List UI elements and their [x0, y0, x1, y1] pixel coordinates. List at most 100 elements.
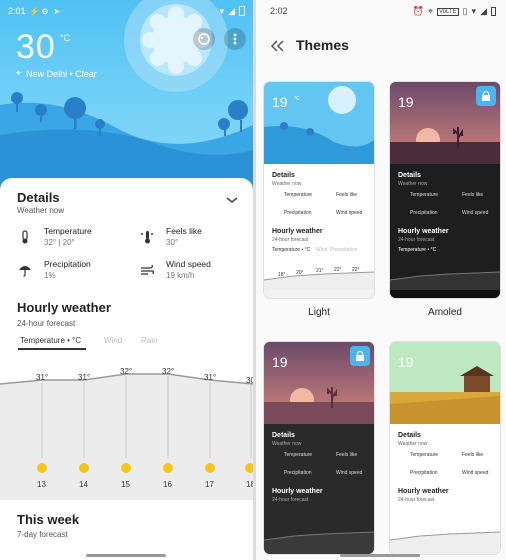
wind-icon — [141, 264, 154, 275]
theme-card-farm[interactable]: 19 Details Weather now Temperature Feels… — [390, 342, 500, 554]
mini-unit: °C — [294, 96, 300, 102]
mini-tab: Precipitation — [330, 247, 358, 253]
mini-hourly-sub: 24-hour forecast — [398, 237, 435, 243]
mini-tab: Temperature • °C — [272, 247, 311, 253]
mini-details-sub: Weather now — [398, 181, 428, 187]
more-vert-icon — [233, 33, 237, 45]
mini-temp: 19 — [272, 354, 288, 370]
mini-tick: 22° — [334, 267, 342, 273]
mini-label-wind-speed: Wind speed — [336, 470, 363, 476]
mini-label-precipitation: Precipitation — [284, 210, 312, 216]
hourly-temp-1: 31° — [78, 373, 91, 382]
detail-label-feels-like: Feels like — [166, 226, 202, 236]
hourly-temp-3: 32° — [162, 367, 175, 376]
mini-label-wind-speed: Wind speed — [336, 210, 363, 216]
mini-label-temperature: Temperature — [410, 452, 439, 458]
mini-label-wind-speed: Wind speed — [462, 210, 489, 216]
weather-home-screen: 2:01 ⚡ ⚙ ➤ ▾ ◢ 30 °C ⌖ New Delhi • Clear… — [0, 0, 253, 560]
sun-icon — [121, 463, 131, 473]
weather-hero: 2:01 ⚡ ⚙ ➤ ▾ ◢ 30 °C ⌖ New Delhi • Clear — [0, 0, 253, 195]
more-options-button[interactable] — [224, 28, 246, 50]
mini-label-precipitation: Precipitation — [410, 210, 438, 216]
mini-label-precipitation: Precipitation — [284, 470, 312, 476]
status-bar: 2:02 ⏰ ⌖ VoLTE ▯ ▾ ◢ — [270, 6, 496, 17]
tab-rain[interactable]: Rain — [141, 336, 157, 345]
mini-details-title: Details — [272, 432, 295, 439]
mini-hourly-title: Hourly weather — [272, 488, 323, 495]
signal-icon: ◢ — [228, 5, 235, 16]
detail-label-wind-speed: Wind speed — [166, 259, 211, 269]
notification-icon: ⚡ — [29, 7, 40, 16]
vibrate-icon: ▯ — [462, 6, 468, 16]
tab-indicator — [18, 348, 86, 350]
location-line[interactable]: ⌖ New Delhi • Clear — [16, 68, 97, 79]
palette-icon — [198, 33, 210, 45]
hour-label-5: 18 — [246, 480, 253, 489]
mini-tab: Wind — [316, 247, 328, 253]
mini-label-feels-like: Feels like — [462, 452, 484, 458]
hour-label-2: 15 — [121, 480, 130, 489]
mini-details-title: Details — [398, 432, 421, 439]
mini-label-feels-like: Feels like — [462, 192, 484, 198]
detail-value-wind-speed: 19 km/h — [166, 271, 195, 280]
mini-label-feels-like: Feels like — [336, 452, 358, 458]
hourly-temp-2: 32° — [120, 367, 133, 376]
sun-icon — [37, 463, 47, 473]
mini-hourly-title: Hourly weather — [398, 488, 449, 495]
lock-badge — [476, 86, 496, 106]
back-icon[interactable] — [270, 40, 284, 52]
wifi-status-icon: ▾ — [219, 5, 225, 16]
theme-label-light: Light — [308, 307, 330, 318]
lock-badge — [350, 346, 370, 366]
theme-label-amoled: Amoled — [428, 307, 462, 318]
week-subtitle: 7-day forecast — [17, 530, 68, 539]
mini-hourly-sub: 24-hour forecast — [272, 237, 309, 243]
mini-tick: 22° — [352, 267, 360, 273]
mini-details-sub: Weather now — [272, 181, 302, 187]
detail-label-temperature: Temperature — [44, 226, 92, 236]
wifi-status-icon: ▾ — [471, 6, 477, 16]
gesture-bar[interactable] — [86, 554, 166, 557]
themes-button[interactable] — [193, 28, 215, 50]
sun-icon — [205, 463, 215, 473]
hour-label-0: 13 — [37, 480, 46, 489]
chevron-down-icon[interactable] — [226, 196, 238, 204]
theme-card-light[interactable]: 19 °C Details Weather now Temperature Fe… — [264, 82, 374, 298]
status-bar: 2:01 ⚡ ⚙ ➤ ▾ ◢ — [8, 4, 245, 18]
battery-icon — [491, 7, 496, 16]
detail-value-precipitation: 1% — [44, 271, 56, 280]
mini-temp: 19 — [272, 94, 288, 110]
mini-navbar — [264, 290, 374, 298]
detail-value-temperature: 32° | 20° — [44, 238, 75, 247]
alarm-icon: ⏰ — [412, 6, 424, 16]
mini-tick: 20° — [296, 270, 304, 276]
mini-temp: 19 — [398, 94, 414, 110]
hourly-temp-0: 31° — [36, 373, 49, 382]
sun-icon — [79, 463, 89, 473]
mini-label-wind-speed: Wind speed — [462, 470, 489, 476]
tab-wind[interactable]: Wind — [104, 336, 122, 345]
mini-temp: 19 — [398, 354, 414, 370]
hour-label-4: 17 — [205, 480, 214, 489]
hourly-temp-4: 31° — [204, 373, 217, 382]
mini-label-precipitation: Precipitation — [410, 470, 438, 476]
theme-card-amoled[interactable]: 19 Details Weather now Temperature Feels… — [390, 82, 500, 298]
sun-icon — [163, 463, 173, 473]
temperature-unit: °C — [60, 33, 71, 43]
week-title: This week — [17, 512, 80, 527]
mini-details-title: Details — [398, 172, 421, 179]
gesture-bar[interactable] — [340, 554, 420, 557]
settings-status-icon: ⚙ — [41, 7, 49, 16]
details-title: Details — [17, 190, 60, 205]
tab-temperature[interactable]: Temperature • °C — [20, 336, 81, 345]
thermometer-icon — [22, 230, 28, 244]
mini-label-temperature: Temperature — [284, 452, 313, 458]
lock-icon — [356, 351, 364, 361]
theme-card-dusk[interactable]: 19 Details Weather now Temperature Feels… — [264, 342, 374, 554]
detail-label-precipitation: Precipitation — [44, 259, 91, 269]
mini-hourly-sub: 24-hour forecast — [272, 497, 309, 503]
detail-value-feels-like: 30° — [166, 238, 179, 247]
mini-chart — [264, 531, 374, 554]
status-time: 2:02 — [270, 6, 288, 16]
location-text: New Delhi • Clear — [26, 68, 97, 79]
